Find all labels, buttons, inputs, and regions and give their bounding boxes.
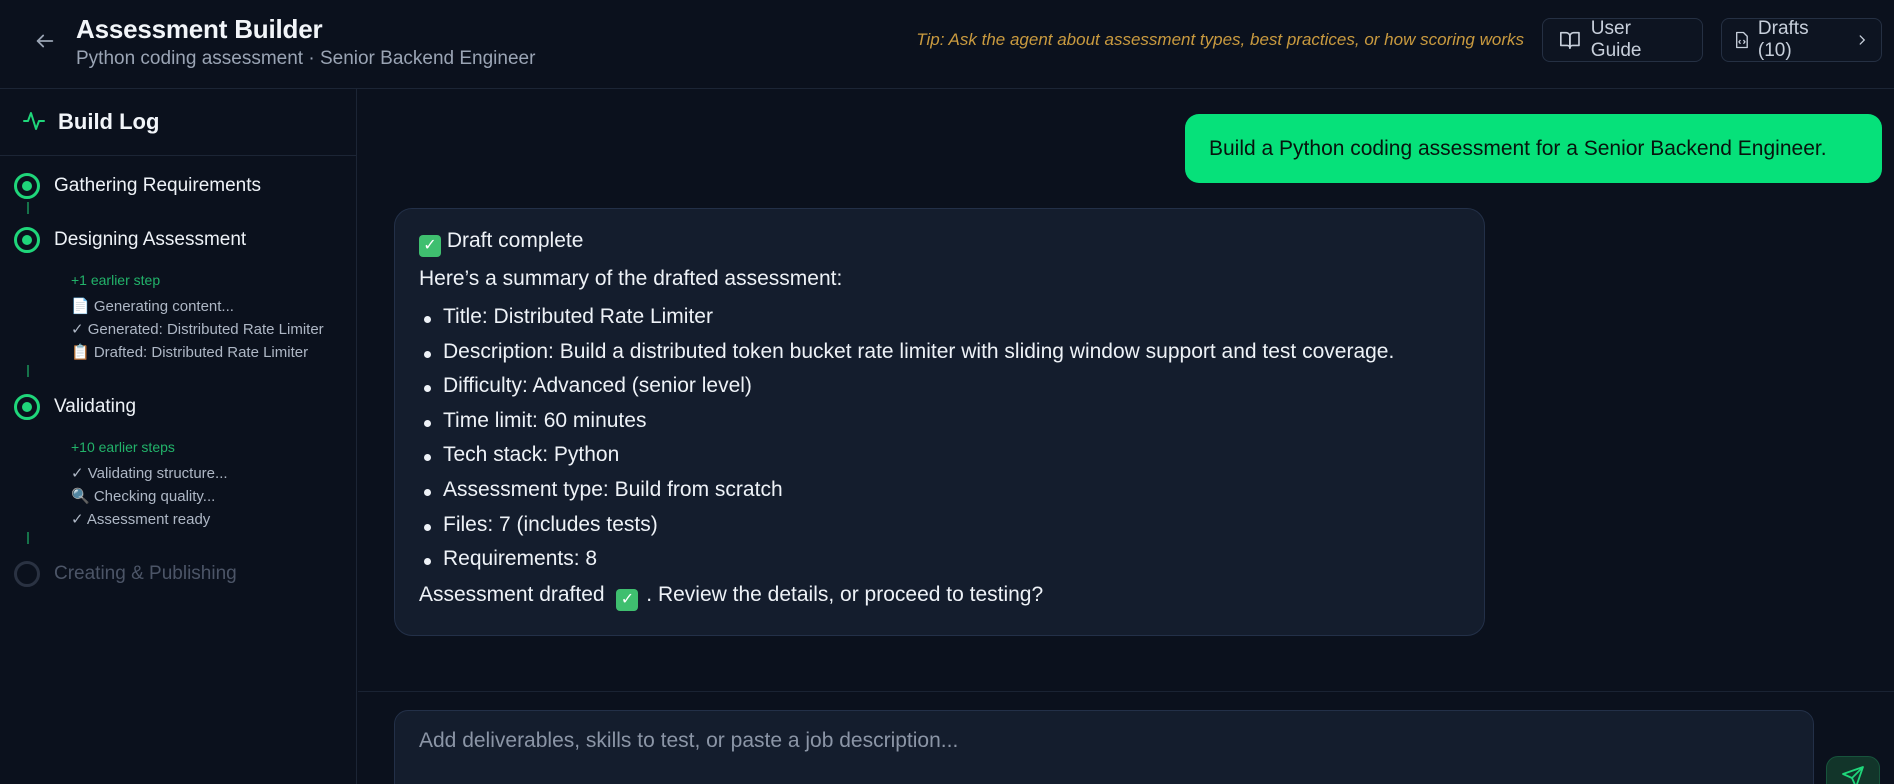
chevron-right-icon — [1859, 35, 1866, 45]
summary-list: Title: Distributed Rate Limiter Descript… — [419, 305, 1394, 582]
list-item: Requirements: 8 — [419, 547, 1394, 582]
step-status-icon — [14, 227, 40, 253]
log-item: 📋 Drafted: Distributed Rate Limiter — [71, 344, 309, 361]
build-log-title: Build Log — [58, 109, 160, 134]
list-item: Difficulty: Advanced (senior level) — [419, 374, 1394, 409]
book-open-icon — [1559, 31, 1580, 49]
composer — [394, 710, 1814, 784]
message-input[interactable] — [419, 729, 1779, 753]
list-item: Time limit: 60 minutes — [419, 409, 1394, 444]
list-item: Assessment type: Build from scratch — [419, 478, 1394, 513]
log-item: ✓ Validating structure... — [71, 465, 228, 482]
step-creating-publishing[interactable]: Creating & Publishing — [14, 561, 237, 587]
step-label: Designing Assessment — [54, 229, 247, 250]
step-label: Creating & Publishing — [54, 563, 237, 584]
earlier-steps-toggle[interactable]: +1 earlier step — [71, 272, 160, 288]
back-button[interactable] — [30, 26, 60, 56]
list-item: Tech stack: Python — [419, 443, 1394, 478]
file-code-icon — [1736, 31, 1748, 49]
step-connector — [27, 365, 29, 377]
log-item: ✓ Generated: Distributed Rate Limiter — [71, 321, 324, 338]
log-item: 📄 Generating content... — [71, 298, 234, 315]
build-log-sidebar: Build Log Gathering Requirements Designi… — [0, 89, 357, 784]
user-message: Build a Python coding assessment for a S… — [1185, 114, 1882, 183]
step-status-icon — [14, 561, 40, 587]
build-log-header: Build Log — [0, 89, 357, 156]
tip-text: Tip: Ask the agent about assessment type… — [916, 30, 1524, 49]
summary-footer: Assessment drafted ✓ . Review the detail… — [419, 583, 1043, 611]
step-validating[interactable]: Validating — [14, 394, 136, 420]
arrow-left-icon — [36, 34, 54, 48]
footer-text-before: Assessment drafted — [419, 583, 605, 606]
step-designing-assessment[interactable]: Designing Assessment — [14, 227, 246, 253]
check-square-icon: ✓ — [616, 589, 639, 611]
check-square-icon: ✓ — [419, 235, 441, 257]
step-status-icon — [14, 173, 40, 199]
list-item: Files: 7 (includes tests) — [419, 513, 1394, 548]
step-status-icon — [14, 394, 40, 420]
step-gathering-requirements[interactable]: Gathering Requirements — [14, 173, 261, 199]
page-subtitle: Python coding assessment · Senior Backen… — [76, 48, 536, 69]
step-label: Gathering Requirements — [54, 175, 261, 196]
agent-message-card: ✓ Draft complete Here’s a summary of the… — [394, 208, 1485, 636]
send-icon — [1842, 766, 1864, 784]
composer-divider — [358, 691, 1894, 692]
log-item: ✓ Assessment ready — [71, 511, 211, 528]
send-button[interactable] — [1826, 756, 1880, 784]
user-guide-label: User Guide — [1590, 18, 1642, 61]
earlier-steps-toggle[interactable]: +10 earlier steps — [71, 439, 175, 455]
drafts-button[interactable]: Drafts (10) — [1721, 18, 1882, 62]
app-header: Assessment Builder Python coding assessm… — [0, 0, 1894, 89]
user-guide-button[interactable]: User Guide — [1542, 18, 1703, 62]
summary-intro: Here’s a summary of the drafted assessme… — [419, 267, 843, 290]
drafts-label: Drafts (10) — [1757, 18, 1809, 61]
list-item: Description: Build a distributed token b… — [419, 340, 1394, 375]
step-label: Validating — [54, 396, 137, 417]
activity-icon — [23, 112, 45, 130]
draft-heading-text: Draft complete — [446, 229, 584, 252]
list-item: Title: Distributed Rate Limiter — [419, 305, 1394, 340]
footer-text-after: . Review the details, or proceed to test… — [646, 583, 1044, 606]
log-item: 🔍 Checking quality... — [71, 488, 216, 505]
step-connector — [27, 202, 29, 214]
page-title: Assessment Builder — [76, 14, 323, 44]
draft-heading: ✓ Draft complete — [419, 229, 583, 257]
step-connector — [27, 532, 29, 544]
